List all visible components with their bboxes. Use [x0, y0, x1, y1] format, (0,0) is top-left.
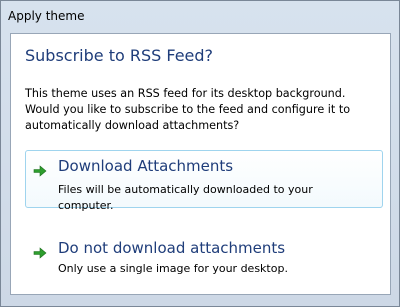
option-subtitle: Files will be automatically downloaded t…	[58, 182, 313, 214]
dialog-heading: Subscribe to RSS Feed?	[25, 46, 214, 65]
option-subtitle-line: Files will be automatically downloaded t…	[58, 183, 313, 196]
dialog-description: This theme uses an RSS feed for its desk…	[25, 86, 377, 134]
green-right-arrow-icon	[33, 247, 47, 259]
description-line: This theme uses an RSS feed for its desk…	[25, 87, 346, 100]
option-subtitle: Only use a single image for your desktop…	[58, 261, 288, 277]
do-not-download-option[interactable]: Do not download attachments Only use a s…	[25, 232, 383, 290]
green-right-arrow-icon	[33, 165, 47, 177]
download-attachments-option[interactable]: Download Attachments Files will be autom…	[25, 150, 383, 212]
description-line: Would you like to subscribe to the feed …	[25, 103, 351, 116]
option-subtitle-line: Only use a single image for your desktop…	[58, 262, 288, 275]
option-title: Do not download attachments	[58, 239, 286, 257]
content-panel: Subscribe to RSS Feed? This theme uses a…	[10, 33, 391, 295]
description-line: automatically download attachments?	[25, 119, 240, 132]
option-title: Download Attachments	[58, 157, 234, 175]
option-subtitle-line: computer.	[58, 199, 114, 212]
window-title: Apply theme	[8, 9, 85, 23]
title-bar[interactable]: Apply theme	[1, 1, 399, 33]
apply-theme-dialog: Apply theme Subscribe to RSS Feed? This …	[0, 0, 400, 307]
